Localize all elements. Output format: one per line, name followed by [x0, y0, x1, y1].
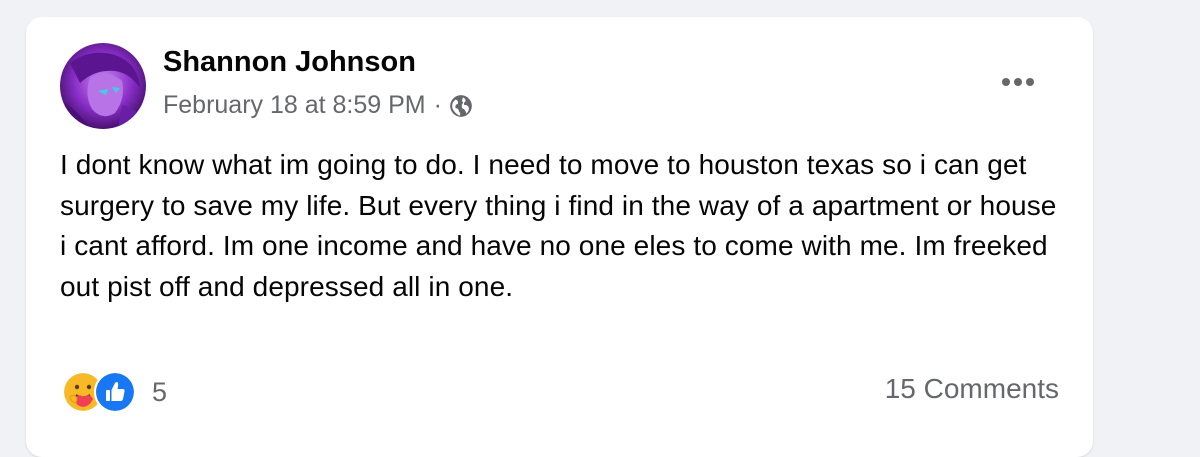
avatar[interactable]: [60, 43, 146, 129]
post-timestamp[interactable]: February 18 at 8:59 PM: [163, 91, 426, 120]
avatar-image: [60, 43, 146, 129]
more-options-button[interactable]: [988, 65, 1048, 99]
reaction-count: 5: [152, 376, 168, 407]
reactions-summary[interactable]: 5: [62, 371, 168, 413]
author-name[interactable]: Shannon Johnson: [163, 46, 416, 79]
post-meta: February 18 at 8:59 PM ·: [163, 91, 474, 120]
globe-icon[interactable]: [448, 93, 474, 119]
post-card: Shannon Johnson February 18 at 8:59 PM ·…: [26, 17, 1093, 457]
comments-count-link[interactable]: 15 Comments: [885, 373, 1059, 405]
post-body-text: I dont know what im going to do. I need …: [60, 149, 1057, 302]
more-options-icon: [1002, 78, 1034, 86]
like-reaction-icon: [94, 371, 136, 413]
meta-separator: ·: [433, 91, 442, 119]
